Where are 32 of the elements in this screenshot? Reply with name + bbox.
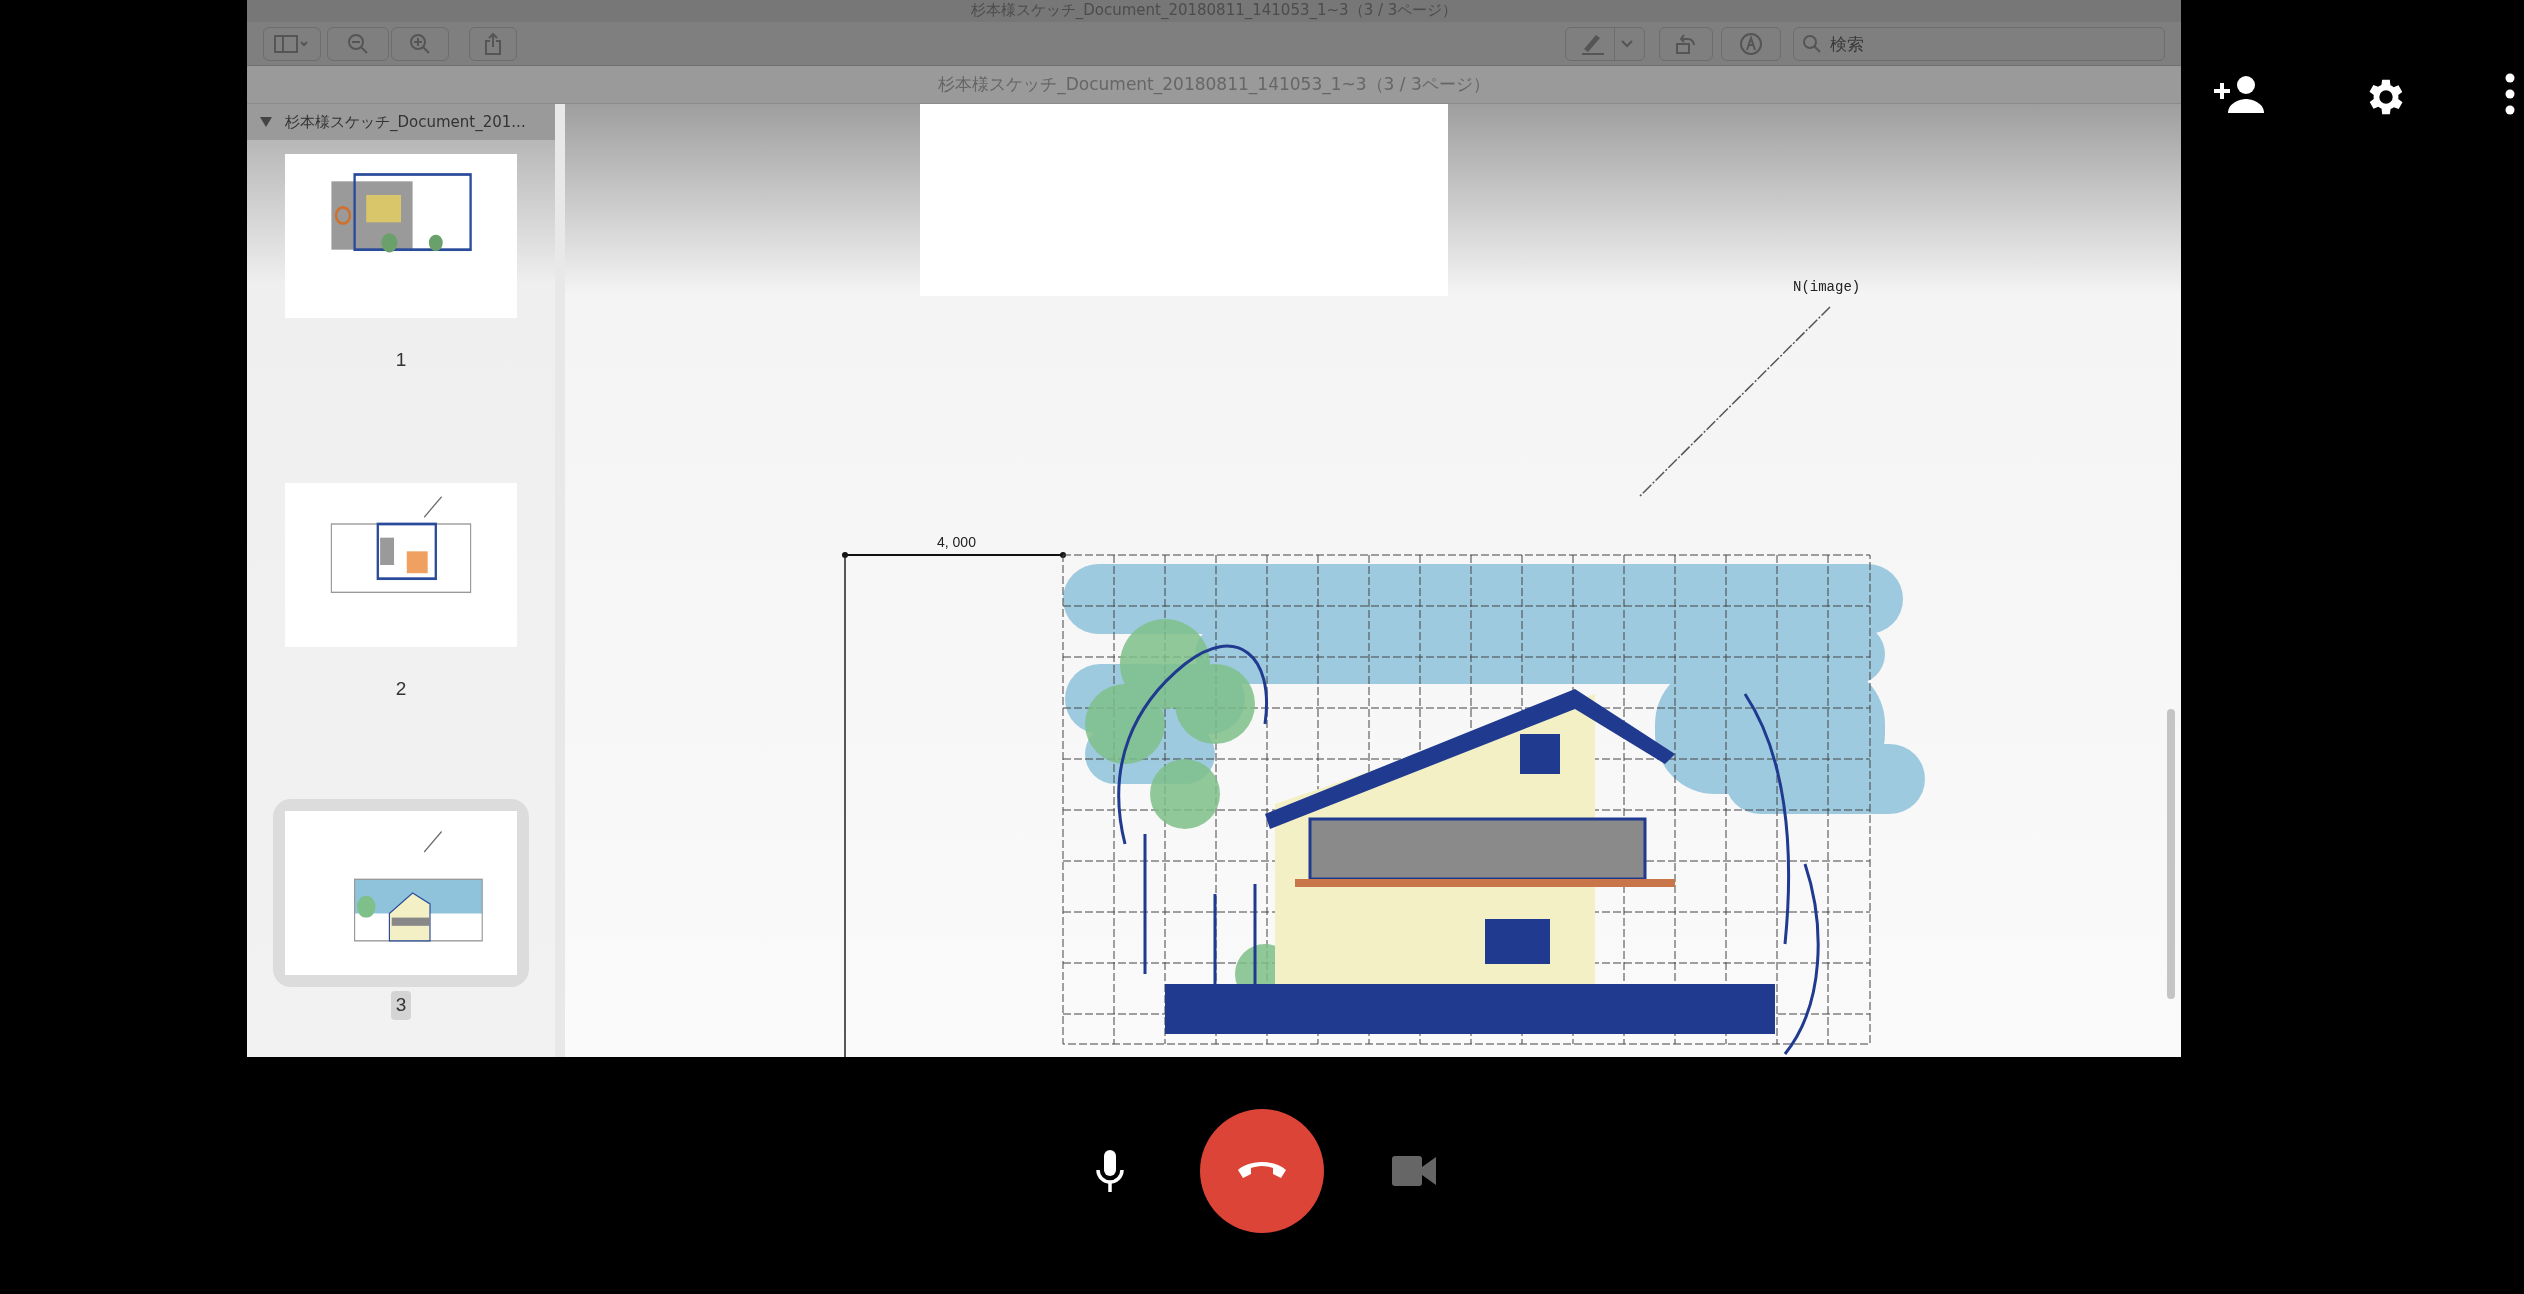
video-camera-icon <box>1392 1155 1436 1186</box>
microphone-icon <box>1095 1149 1125 1192</box>
north-label: N(image) <box>1793 279 1861 295</box>
annotate-button[interactable] <box>1721 26 1781 61</box>
document-name: 杉本様スケッチ_Document_201... <box>285 111 526 133</box>
more-options-button[interactable] <box>2504 72 2516 116</box>
search-icon <box>1802 33 1822 54</box>
page-number: 1 <box>394 348 408 372</box>
sidebar-icon <box>274 34 310 53</box>
dimension-label: 4, 000 <box>937 534 976 550</box>
page-number: 2 <box>394 676 408 701</box>
zoom-in-icon <box>409 32 431 55</box>
page-number: 3 <box>390 991 412 1020</box>
rotate-icon <box>1674 32 1698 55</box>
disclosure-triangle-icon[interactable] <box>259 116 273 128</box>
share-icon <box>484 32 502 55</box>
search-field[interactable]: 検索 <box>1793 26 2165 61</box>
pen-icon <box>1580 32 1606 55</box>
rotate-button[interactable] <box>1659 26 1713 61</box>
more-options-icon <box>2505 73 2515 115</box>
chevron-down-icon <box>1621 39 1633 48</box>
page-thumbnail[interactable] <box>273 799 529 987</box>
markup-pen-button[interactable] <box>1565 26 1645 61</box>
add-person-icon <box>2214 75 2264 113</box>
zoom-out-icon <box>347 32 369 55</box>
scrollbar-thumb[interactable] <box>2167 709 2175 999</box>
sidebar-toggle-button[interactable] <box>263 26 321 61</box>
pen-tip-circle-icon <box>1739 31 1763 56</box>
share-button[interactable] <box>469 26 517 61</box>
document-outline-row[interactable]: 杉本様スケッチ_Document_201... <box>247 104 555 140</box>
zoom-in-button[interactable] <box>391 26 449 61</box>
zoom-out-button[interactable] <box>327 26 389 61</box>
